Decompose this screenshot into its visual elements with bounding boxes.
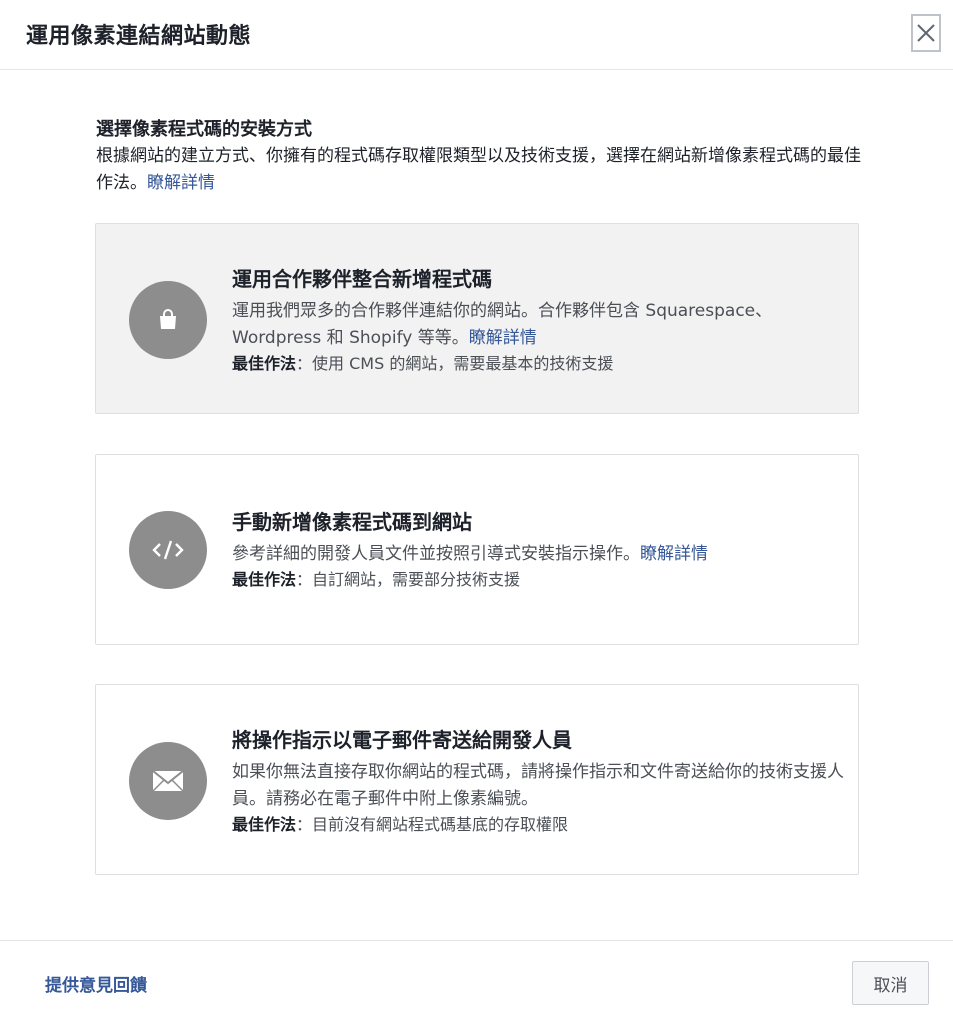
best-practice-text: ：自訂網站，需要部分技術支援 (296, 570, 521, 589)
option-text: 手動新增像素程式碼到網站 參考詳細的開發人員文件並按照引導式安裝指示操作。瞭解詳… (232, 507, 847, 592)
option-best-practice: 最佳作法：使用 CMS 的網站，需要最基本的技術支援 (232, 352, 847, 376)
best-practice-label: 最佳作法 (232, 815, 297, 834)
option-desc-text: 如果你無法直接存取你網站的程式碼，請將操作指示和文件寄送給你的技術支援人員。請務… (232, 762, 844, 809)
option-description: 運用我們眾多的合作夥伴連結你的網站。合作夥伴包含 Squarespace、Wor… (232, 298, 847, 352)
pixel-setup-dialog: 運用像素連結網站動態 選擇像素程式碼的安裝方式 根據網站的建立方式、你擁有的程式… (0, 0, 953, 1024)
option-title: 運用合作夥伴整合新增程式碼 (232, 267, 492, 291)
code-icon (152, 540, 184, 560)
intro-description: 根據網站的建立方式、你擁有的程式碼存取權限類型以及技術支援，選擇在網站新增像素程… (96, 143, 866, 197)
option-text: 運用合作夥伴整合新增程式碼 運用我們眾多的合作夥伴連結你的網站。合作夥伴包含 S… (232, 264, 847, 376)
option-learn-more-link[interactable]: 瞭解詳情 (640, 544, 708, 564)
best-practice-text: ：使用 CMS 的網站，需要最基本的技術支援 (296, 354, 614, 373)
option-icon-circle (129, 281, 207, 359)
option-best-practice: 最佳作法：自訂網站，需要部分技術支援 (232, 568, 847, 592)
dialog-footer: 提供意見回饋 取消 (0, 940, 953, 1024)
shopping-bag-icon (160, 309, 176, 329)
close-icon (917, 24, 935, 42)
dialog-header: 運用像素連結網站動態 (0, 0, 953, 70)
option-description: 如果你無法直接存取你網站的程式碼，請將操作指示和文件寄送給你的技術支援人員。請務… (232, 759, 847, 813)
option-icon-circle (129, 742, 207, 820)
dialog-title: 運用像素連結網站動態 (26, 24, 252, 49)
option-learn-more-link[interactable]: 瞭解詳情 (469, 328, 537, 348)
learn-more-link[interactable]: 瞭解詳情 (147, 173, 215, 193)
option-manual-install[interactable]: 手動新增像素程式碼到網站 參考詳細的開發人員文件並按照引導式安裝指示操作。瞭解詳… (95, 454, 859, 645)
envelope-icon (152, 770, 184, 792)
option-text: 將操作指示以電子郵件寄送給開發人員 如果你無法直接存取你網站的程式碼，請將操作指… (232, 725, 847, 837)
feedback-link[interactable]: 提供意見回饋 (45, 971, 147, 996)
option-description: 參考詳細的開發人員文件並按照引導式安裝指示操作。瞭解詳情 (232, 541, 847, 568)
close-button[interactable] (911, 14, 941, 52)
option-title: 將操作指示以電子郵件寄送給開發人員 (232, 728, 572, 752)
option-partner-integration[interactable]: 運用合作夥伴整合新增程式碼 運用我們眾多的合作夥伴連結你的網站。合作夥伴包含 S… (95, 223, 859, 414)
option-email-developer[interactable]: 將操作指示以電子郵件寄送給開發人員 如果你無法直接存取你網站的程式碼，請將操作指… (95, 684, 859, 875)
intro-title: 選擇像素程式碼的安裝方式 (96, 119, 312, 140)
best-practice-text: ：目前沒有網站程式碼基底的存取權限 (296, 815, 569, 834)
option-best-practice: 最佳作法：目前沒有網站程式碼基底的存取權限 (232, 813, 847, 837)
option-title: 手動新增像素程式碼到網站 (232, 510, 472, 534)
cancel-button[interactable]: 取消 (852, 961, 929, 1005)
best-practice-label: 最佳作法 (232, 354, 297, 373)
option-desc-text: 參考詳細的開發人員文件並按照引導式安裝指示操作。 (232, 544, 640, 564)
intro-section: 選擇像素程式碼的安裝方式 根據網站的建立方式、你擁有的程式碼存取權限類型以及技術… (96, 117, 866, 197)
option-icon-circle (129, 511, 207, 589)
best-practice-label: 最佳作法 (232, 570, 297, 589)
